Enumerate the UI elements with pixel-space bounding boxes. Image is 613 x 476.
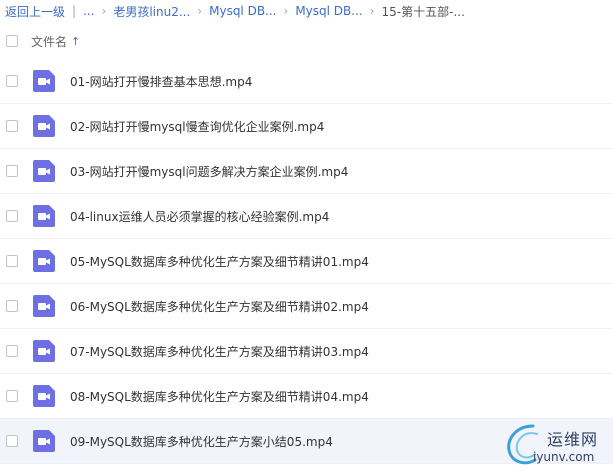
breadcrumb-separator: › bbox=[101, 4, 107, 18]
row-checkbox[interactable] bbox=[6, 255, 18, 267]
breadcrumb-item[interactable]: Mysql DB... bbox=[209, 4, 276, 18]
file-row[interactable]: 08-MySQL数据库多种优化生产方案及细节精讲04.mp4 bbox=[0, 374, 613, 419]
file-name[interactable]: 03-网站打开慢mysql问题多解决方案企业案例.mp4 bbox=[70, 163, 348, 180]
video-file-icon bbox=[33, 250, 55, 272]
watermark-domain: iyunv.com bbox=[533, 450, 595, 464]
file-list: 01-网站打开慢排查基本思想.mp4 02-网站打开慢mysql慢查询优化企业案例… bbox=[0, 59, 613, 464]
video-file-icon bbox=[33, 385, 55, 407]
row-checkbox[interactable] bbox=[6, 435, 18, 447]
file-row[interactable]: 02-网站打开慢mysql慢查询优化企业案例.mp4 bbox=[0, 104, 613, 149]
breadcrumb-separator: › bbox=[369, 4, 375, 18]
breadcrumb-ellipsis[interactable]: ... bbox=[83, 4, 94, 18]
video-file-icon bbox=[33, 160, 55, 182]
row-checkbox[interactable] bbox=[6, 210, 18, 222]
row-checkbox[interactable] bbox=[6, 300, 18, 312]
breadcrumb-separator: › bbox=[197, 4, 203, 18]
file-name[interactable]: 04-linux运维人员必须掌握的核心经验案例.mp4 bbox=[70, 208, 329, 225]
video-file-icon bbox=[33, 295, 55, 317]
file-row[interactable]: 06-MySQL数据库多种优化生产方案及细节精讲02.mp4 bbox=[0, 284, 613, 329]
file-name[interactable]: 02-网站打开慢mysql慢查询优化企业案例.mp4 bbox=[70, 118, 324, 135]
file-row[interactable]: 07-MySQL数据库多种优化生产方案及细节精讲03.mp4 bbox=[0, 329, 613, 374]
file-name[interactable]: 09-MySQL数据库多种优化生产方案小结05.mp4 bbox=[70, 433, 333, 450]
file-name[interactable]: 01-网站打开慢排查基本思想.mp4 bbox=[70, 73, 252, 90]
row-checkbox[interactable] bbox=[6, 75, 18, 87]
file-name[interactable]: 08-MySQL数据库多种优化生产方案及细节精讲04.mp4 bbox=[70, 388, 369, 405]
video-file-icon bbox=[33, 430, 55, 452]
watermark-brand: 运维网 bbox=[547, 430, 599, 449]
breadcrumb-current: 15-第十五部-... bbox=[381, 4, 465, 19]
arrow-up-icon[interactable]: ↑ bbox=[71, 35, 80, 48]
file-row[interactable]: 01-网站打开慢排查基本思想.mp4 bbox=[0, 59, 613, 104]
row-checkbox[interactable] bbox=[6, 390, 18, 402]
breadcrumb-separator: › bbox=[283, 4, 289, 18]
video-file-icon bbox=[33, 340, 55, 362]
file-name[interactable]: 07-MySQL数据库多种优化生产方案及细节精讲03.mp4 bbox=[70, 343, 369, 360]
breadcrumb-separator: | bbox=[72, 4, 77, 18]
file-row[interactable]: 04-linux运维人员必须掌握的核心经验案例.mp4 bbox=[0, 194, 613, 239]
file-row[interactable]: 05-MySQL数据库多种优化生产方案及细节精讲01.mp4 bbox=[0, 239, 613, 284]
breadcrumb-item[interactable]: 老男孩linu2... bbox=[113, 3, 190, 20]
row-checkbox[interactable] bbox=[6, 345, 18, 357]
video-file-icon bbox=[33, 70, 55, 92]
breadcrumb: 返回上一级 | ... › 老男孩linu2... › Mysql DB... … bbox=[0, 0, 613, 22]
row-checkbox[interactable] bbox=[6, 120, 18, 132]
list-header: 文件名 ↑ bbox=[0, 30, 613, 52]
file-row[interactable]: 03-网站打开慢mysql问题多解决方案企业案例.mp4 bbox=[0, 149, 613, 194]
breadcrumb-item[interactable]: Mysql DB... bbox=[295, 4, 362, 18]
video-file-icon bbox=[33, 115, 55, 137]
row-checkbox[interactable] bbox=[6, 165, 18, 177]
filename-column-header[interactable]: 文件名 bbox=[31, 33, 67, 50]
file-name[interactable]: 06-MySQL数据库多种优化生产方案及细节精讲02.mp4 bbox=[70, 298, 369, 315]
back-link[interactable]: 返回上一级 bbox=[5, 3, 65, 20]
file-name[interactable]: 05-MySQL数据库多种优化生产方案及细节精讲01.mp4 bbox=[70, 253, 369, 270]
select-all-checkbox[interactable] bbox=[6, 35, 18, 47]
watermark: 运维网 iyunv.com bbox=[503, 416, 607, 472]
video-file-icon bbox=[33, 205, 55, 227]
